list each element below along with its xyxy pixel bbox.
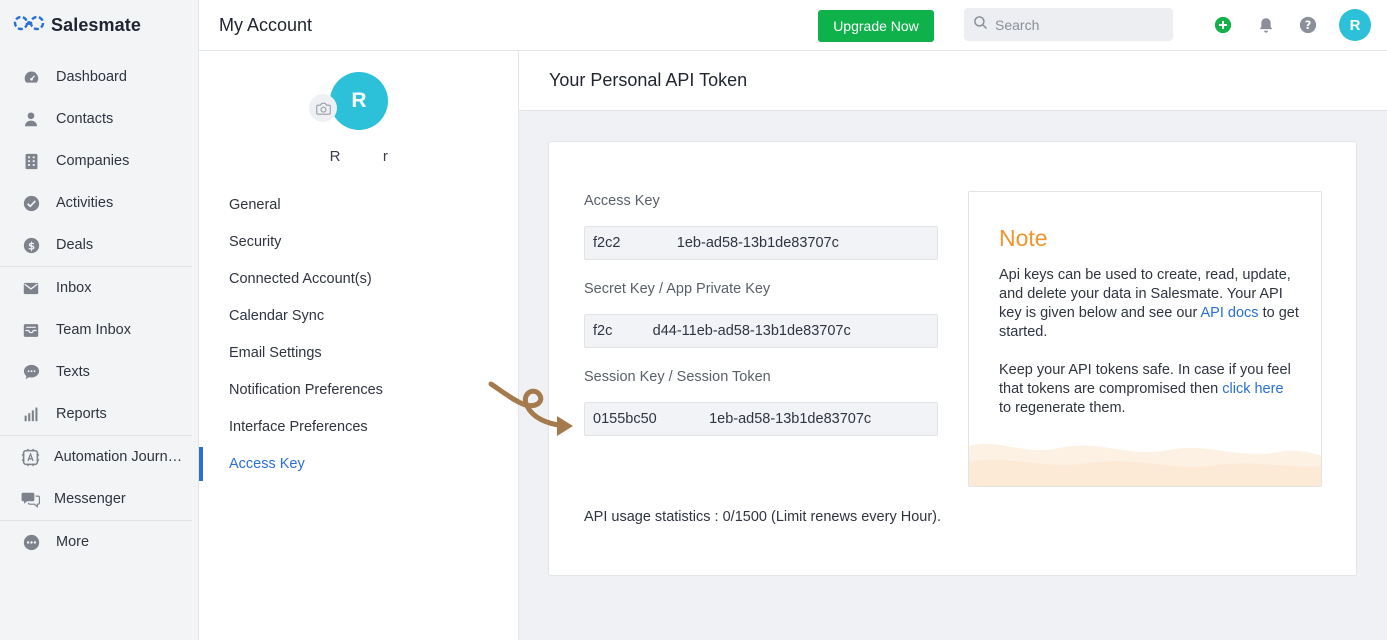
profile-name: R r	[329, 148, 389, 165]
salesmate-logo-icon	[13, 15, 45, 36]
sidebar: Salesmate Dashboard Contacts Companies A…	[0, 0, 199, 640]
bell-icon[interactable]	[1256, 15, 1276, 35]
sidebar-item-label: Reports	[56, 406, 107, 422]
session-key-field[interactable]	[584, 402, 938, 436]
dollar-icon: $	[22, 236, 40, 254]
sidebar-item-texts[interactable]: Texts	[0, 351, 198, 393]
sidebar-item-deals[interactable]: $ Deals	[0, 224, 198, 266]
add-icon[interactable]	[1213, 15, 1233, 35]
note-text: to regenerate them.	[999, 400, 1126, 416]
sidebar-item-activities[interactable]: Activities	[0, 182, 198, 224]
help-icon[interactable]: ?	[1298, 15, 1318, 35]
dashboard-icon	[22, 68, 40, 86]
person-icon	[22, 110, 40, 128]
top-bar: My Account Upgrade Now ? R	[199, 0, 1387, 51]
note-body: Api keys can be used to create, read, up…	[999, 266, 1299, 418]
sidebar-item-dashboard[interactable]: Dashboard	[0, 56, 198, 98]
section-title: Your Personal API Token	[549, 70, 748, 90]
sidebar-item-label: Deals	[56, 237, 94, 253]
chat-bubble-icon	[22, 363, 40, 381]
search-input[interactable]	[995, 16, 1165, 33]
mail-icon	[22, 279, 40, 297]
sidebar-item-label: Texts	[56, 364, 90, 380]
sidebar-item-label: Team Inbox	[56, 322, 131, 338]
click-here-link[interactable]: click here	[1222, 381, 1283, 397]
settings-item-notification-preferences[interactable]: Notification Preferences	[199, 371, 519, 408]
note-box: Note Api keys can be used to create, rea…	[968, 191, 1322, 487]
settings-item-connected-accounts[interactable]: Connected Account(s)	[199, 260, 519, 297]
secret-key-field[interactable]	[584, 314, 938, 348]
upgrade-now-button[interactable]: Upgrade Now	[818, 10, 934, 42]
bar-chart-icon	[22, 405, 40, 423]
settings-item-interface-preferences[interactable]: Interface Preferences	[199, 408, 519, 445]
note-paragraph: Api keys can be used to create, read, up…	[999, 266, 1299, 342]
sidebar-item-label: Companies	[56, 153, 130, 169]
sidebar-item-team-inbox[interactable]: Team Inbox	[0, 309, 198, 351]
inbox-tray-icon	[22, 321, 40, 339]
profile-avatar: R	[330, 72, 388, 130]
access-key-label: Access Key	[584, 193, 660, 209]
main-nav: Dashboard Contacts Companies Activities …	[0, 50, 198, 563]
sidebar-item-label: Messenger	[54, 491, 126, 507]
account-menu-panel: R R r General Security Connected Account…	[199, 51, 519, 640]
content-header: Your Personal API Token	[519, 51, 1387, 111]
messenger-icon	[20, 490, 40, 508]
session-key-label: Session Key / Session Token	[584, 369, 771, 385]
user-avatar[interactable]: R	[1339, 9, 1371, 41]
sidebar-item-label: Contacts	[56, 111, 114, 127]
sidebar-item-label: Automation Journ…	[54, 449, 183, 465]
check-circle-icon	[22, 194, 40, 212]
access-key-field[interactable]	[584, 226, 938, 260]
sidebar-item-automation-journeys[interactable]: Automation Journ…	[0, 436, 198, 478]
sidebar-item-label: More	[56, 534, 90, 550]
more-dots-icon	[22, 533, 40, 551]
note-paragraph: Keep your API tokens safe. In case if yo…	[999, 361, 1299, 418]
automation-icon	[20, 448, 40, 466]
api-token-card: Access Key Secret Key / App Private Key …	[548, 141, 1357, 576]
profile-section: R R r	[199, 51, 519, 191]
sidebar-item-label: Activities	[56, 195, 114, 211]
api-usage-statistics: API usage statistics : 0/1500 (Limit ren…	[584, 509, 942, 525]
page-title: My Account	[219, 15, 313, 35]
decorative-wave	[969, 443, 1321, 486]
sidebar-item-label: Dashboard	[56, 69, 127, 85]
camera-icon[interactable]	[309, 94, 337, 122]
sidebar-item-inbox[interactable]: Inbox	[0, 267, 198, 309]
search-icon	[973, 15, 988, 35]
settings-item-security[interactable]: Security	[199, 223, 519, 260]
settings-item-calendar-sync[interactable]: Calendar Sync	[199, 297, 519, 334]
brand[interactable]: Salesmate	[0, 0, 198, 50]
sidebar-item-companies[interactable]: Companies	[0, 140, 198, 182]
sidebar-item-messenger[interactable]: Messenger	[0, 478, 198, 520]
sidebar-item-contacts[interactable]: Contacts	[0, 98, 198, 140]
note-title: Note	[999, 225, 1048, 251]
settings-item-email-settings[interactable]: Email Settings	[199, 334, 519, 371]
curly-arrow-icon	[488, 381, 573, 436]
settings-item-general[interactable]: General	[199, 186, 519, 223]
building-icon	[22, 152, 40, 170]
sidebar-item-reports[interactable]: Reports	[0, 393, 198, 435]
secret-key-label: Secret Key / App Private Key	[584, 281, 771, 297]
brand-name: Salesmate	[51, 14, 141, 35]
search-box[interactable]	[964, 8, 1173, 41]
sidebar-item-label: Inbox	[56, 280, 92, 296]
settings-menu: General Security Connected Account(s) Ca…	[199, 186, 519, 482]
svg-text:$: $	[27, 241, 34, 252]
settings-item-access-key[interactable]: Access Key	[199, 445, 519, 482]
svg-text:?: ?	[1305, 19, 1312, 32]
sidebar-item-more[interactable]: More	[0, 521, 198, 563]
api-docs-link[interactable]: API docs	[1201, 305, 1259, 321]
